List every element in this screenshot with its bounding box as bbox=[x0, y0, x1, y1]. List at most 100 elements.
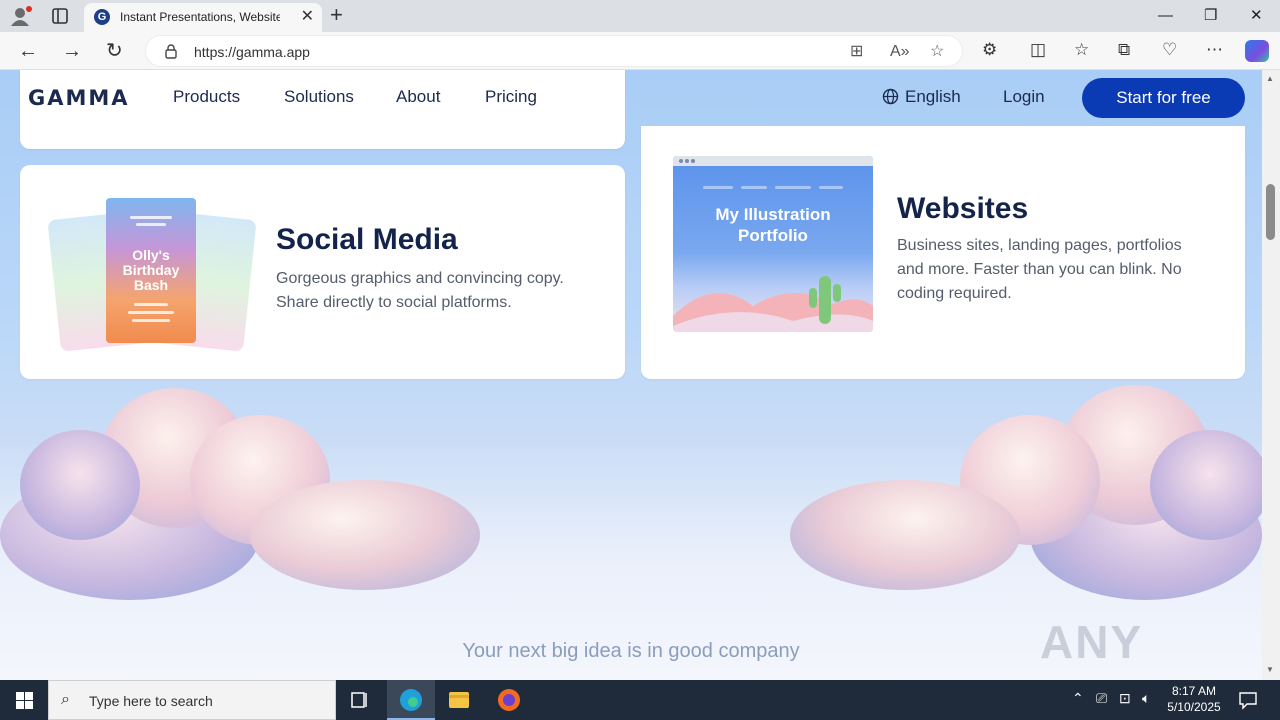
site-header: GAMMA Products Solutions About Pricing E… bbox=[0, 70, 1262, 126]
illustration-line bbox=[741, 186, 767, 189]
illustration-line bbox=[132, 319, 170, 322]
illustration-line bbox=[134, 303, 168, 306]
start-for-free-button[interactable]: Start for free bbox=[1082, 78, 1245, 118]
globe-icon bbox=[882, 88, 899, 105]
minimize-icon[interactable]: — bbox=[1158, 6, 1173, 26]
extensions-icon[interactable]: ⚙ bbox=[982, 40, 997, 60]
windows-start-icon[interactable] bbox=[16, 692, 33, 709]
windows-taskbar: ⌕ Type here to search ⌃ ⎚ ⊡ 🔈︎ 8:17 AM 5… bbox=[0, 680, 1280, 720]
restore-icon[interactable]: ❐ bbox=[1204, 6, 1217, 26]
page-scrollbar[interactable]: ▲ ▼ bbox=[1262, 70, 1280, 680]
illustration-line bbox=[130, 216, 172, 219]
illustration-browser-bar bbox=[673, 156, 873, 166]
cloud-left-puff bbox=[250, 480, 480, 590]
tray-device-icon[interactable]: ⎚ bbox=[1096, 690, 1107, 707]
search-placeholder: Type here to search bbox=[89, 693, 213, 709]
tab-actions-icon[interactable] bbox=[50, 6, 70, 26]
url-text[interactable]: https://gamma.app bbox=[194, 44, 310, 60]
tray-chevron-icon[interactable]: ⌃ bbox=[1072, 690, 1084, 707]
browser-tab-strip: G Instant Presentations, Websites, a ✕ +… bbox=[0, 0, 1280, 32]
search-icon: ⌕ bbox=[61, 691, 70, 708]
illustration-text-line: Bash bbox=[133, 277, 169, 293]
close-window-icon[interactable]: ✕ bbox=[1250, 6, 1263, 26]
clock-date: 5/10/2025 bbox=[1167, 700, 1221, 714]
taskbar-search[interactable]: ⌕ Type here to search bbox=[48, 680, 336, 720]
illustration-dot bbox=[679, 159, 683, 163]
social-illustration: Olly's Birthday Bash bbox=[106, 198, 196, 343]
description-line: Business sites, landing pages, portfolio… bbox=[897, 237, 1182, 254]
back-icon[interactable]: ← bbox=[18, 39, 38, 63]
network-icon[interactable]: ⊡ bbox=[1119, 690, 1131, 707]
websites-title: Websites bbox=[897, 192, 1029, 225]
description-line: Share directly to social platforms. bbox=[276, 294, 512, 311]
more-menu-icon[interactable]: ⋯ bbox=[1206, 40, 1223, 60]
firefox-icon[interactable] bbox=[485, 680, 533, 720]
taskbar-clock[interactable]: 8:17 AM 5/10/2025 bbox=[1162, 683, 1226, 715]
browser-toolbar: ← → ↻ https://gamma.app ⊞ A» ☆ ⚙ ◫ ☆ ⧉ ♡… bbox=[0, 32, 1280, 70]
social-media-description: Gorgeous graphics and convincing copy. S… bbox=[276, 267, 564, 315]
nav-about[interactable]: About bbox=[396, 87, 440, 107]
scrollbar-thumb[interactable] bbox=[1266, 184, 1275, 240]
profile-icon[interactable] bbox=[10, 6, 32, 26]
refresh-icon[interactable]: ↻ bbox=[106, 39, 123, 63]
task-view-icon[interactable] bbox=[336, 680, 384, 720]
close-tab-icon[interactable]: ✕ bbox=[301, 7, 314, 27]
illustration-line bbox=[819, 186, 843, 189]
description-line: coding required. bbox=[897, 285, 1012, 302]
illustration-text-line: Birthday bbox=[122, 262, 180, 278]
scroll-up-icon[interactable]: ▲ bbox=[1266, 74, 1274, 83]
illustration-line bbox=[703, 186, 733, 189]
illustration-dot bbox=[691, 159, 695, 163]
edge-taskbar-icon[interactable] bbox=[387, 680, 435, 720]
login-link[interactable]: Login bbox=[1003, 87, 1045, 107]
illustration-line bbox=[128, 311, 174, 314]
anyrun-watermark: ANY RUN bbox=[1040, 616, 1144, 680]
gamma-favicon-icon: G bbox=[94, 9, 110, 25]
forward-icon[interactable]: → bbox=[62, 39, 82, 63]
illustration-line bbox=[775, 186, 811, 189]
nav-solutions[interactable]: Solutions bbox=[284, 87, 354, 107]
favorites-icon[interactable]: ☆ bbox=[1074, 40, 1089, 60]
collections-icon[interactable]: ⧉ bbox=[1118, 40, 1130, 60]
address-bar[interactable]: https://gamma.app ⊞ A» ☆ bbox=[145, 35, 963, 67]
browser-tab[interactable]: G Instant Presentations, Websites, a ✕ bbox=[84, 3, 322, 32]
illustration-hills bbox=[673, 276, 873, 332]
card-websites[interactable]: My Illustration Portfolio Websites Busin… bbox=[641, 126, 1245, 379]
split-screen-icon[interactable]: ◫ bbox=[1030, 40, 1046, 60]
websites-description: Business sites, landing pages, portfolio… bbox=[897, 234, 1182, 306]
website-illustration: My Illustration Portfolio bbox=[673, 156, 873, 332]
tab-title: Instant Presentations, Websites, a bbox=[120, 10, 280, 24]
social-illustration-text: Olly's Birthday Bash bbox=[106, 248, 196, 293]
website-illustration-text: My Illustration Portfolio bbox=[673, 204, 873, 246]
social-media-title: Social Media bbox=[276, 223, 458, 256]
read-aloud-icon[interactable]: A» bbox=[890, 42, 910, 62]
lock-icon[interactable] bbox=[164, 43, 178, 59]
card-social-media[interactable]: Olly's Birthday Bash Social Media Gorgeo… bbox=[20, 165, 625, 379]
illustration-dot bbox=[685, 159, 689, 163]
browser-essentials-icon[interactable]: ♡ bbox=[1162, 40, 1177, 60]
illustration-text-line: Olly's bbox=[132, 247, 170, 263]
notification-icon[interactable] bbox=[1238, 690, 1258, 710]
cloud-right-puff bbox=[790, 480, 1020, 590]
nav-pricing[interactable]: Pricing bbox=[485, 87, 537, 107]
clock-time: 8:17 AM bbox=[1171, 684, 1217, 698]
illustration-text-line: My Illustration bbox=[715, 205, 831, 224]
new-tab-icon[interactable]: + bbox=[330, 4, 343, 26]
illustration-text-line: Portfolio bbox=[738, 226, 808, 245]
file-explorer-icon[interactable] bbox=[435, 680, 483, 720]
language-selector[interactable]: English bbox=[882, 87, 961, 107]
copilot-icon[interactable] bbox=[1245, 40, 1269, 62]
favorite-star-icon[interactable]: ☆ bbox=[930, 42, 944, 62]
description-line: Gorgeous graphics and convincing copy. bbox=[276, 270, 564, 287]
cloud-right-puff bbox=[1150, 430, 1262, 540]
volume-icon[interactable]: 🔈︎ bbox=[1142, 690, 1150, 707]
language-label: English bbox=[905, 87, 961, 106]
gamma-logo[interactable]: GAMMA bbox=[28, 86, 130, 110]
illustration-line bbox=[136, 223, 166, 226]
scroll-down-icon[interactable]: ▼ bbox=[1266, 665, 1274, 674]
cloud-left-puff bbox=[20, 430, 140, 540]
nav-products[interactable]: Products bbox=[173, 87, 240, 107]
description-line: and more. Faster than you can blink. No bbox=[897, 261, 1182, 278]
page-viewport: Olly's Birthday Bash Social Media Gorgeo… bbox=[0, 70, 1262, 680]
app-available-icon[interactable]: ⊞ bbox=[850, 42, 863, 62]
